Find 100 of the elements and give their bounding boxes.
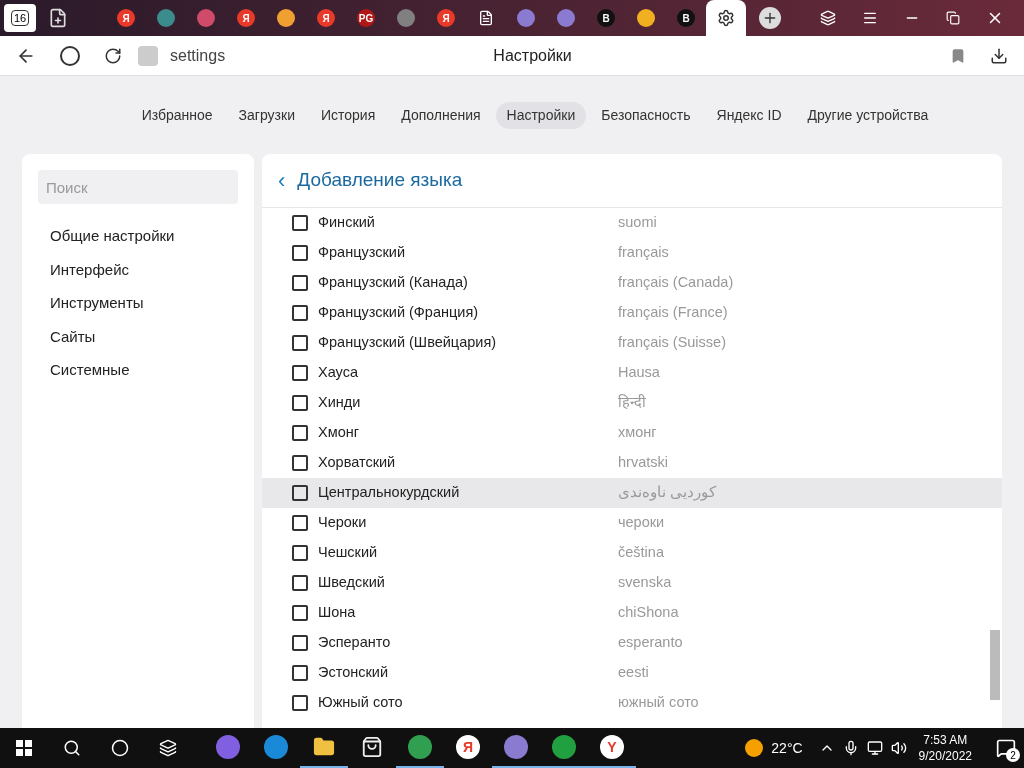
new-group-icon[interactable]: [48, 8, 68, 28]
plus-icon: [762, 10, 778, 26]
app-icon: Я: [456, 735, 480, 759]
language-row[interactable]: Хинди हिन्दी: [262, 388, 1002, 418]
language-native-name: français (Suisse): [618, 333, 726, 353]
checkbox[interactable]: [292, 215, 308, 231]
browser-tab[interactable]: Я: [306, 0, 346, 36]
language-row[interactable]: Шона chiShona: [262, 598, 1002, 628]
language-native-name: хмонг: [618, 423, 657, 443]
search-field[interactable]: Поиск: [38, 170, 238, 204]
temperature[interactable]: 22°C: [771, 737, 803, 759]
language-native-name: français: [618, 243, 669, 263]
scrollbar-thumb[interactable]: [990, 630, 1000, 700]
clock-date[interactable]: 9/20/2022: [918, 748, 972, 764]
language-name: Центральнокурдский: [318, 483, 461, 503]
language-native-name: suomi: [618, 213, 657, 233]
checkbox[interactable]: [292, 275, 308, 291]
sidebar-item[interactable]: Сайты: [50, 325, 226, 348]
language-row[interactable]: Шведский svenska: [262, 568, 1002, 598]
checkbox[interactable]: [292, 515, 308, 531]
home-tab[interactable]: 16: [4, 4, 36, 32]
language-native-name: svenska: [618, 573, 672, 593]
checkbox[interactable]: [292, 245, 308, 261]
nav-tab[interactable]: История: [309, 101, 387, 129]
sidebar-item[interactable]: Инструменты: [50, 292, 226, 315]
language-name: Чешский: [318, 543, 379, 563]
language-row[interactable]: Французский (Швейцария) français (Suisse): [262, 328, 1002, 358]
nav-tab[interactable]: Загрузки: [227, 101, 306, 129]
url-text[interactable]: settings: [170, 43, 226, 68]
browser-tab[interactable]: Я: [426, 0, 466, 36]
restore-icon[interactable]: [946, 11, 960, 25]
tab-count: 16: [10, 10, 30, 26]
checkbox[interactable]: [292, 545, 308, 561]
language-row[interactable]: Эсперанто esperanto: [262, 628, 1002, 658]
language-native-name: français (Canada): [618, 273, 734, 293]
nav-tab[interactable]: Безопасность: [590, 101, 702, 129]
language-native-name: کوردیی ناوەندی: [618, 483, 717, 503]
language-name: Хорватский: [318, 453, 397, 473]
language-row[interactable]: Чероки чероки: [262, 508, 1002, 538]
bookmark-icon[interactable]: [950, 47, 966, 64]
notification-count: 2: [1006, 748, 1020, 762]
browser-tab[interactable]: B: [586, 0, 626, 36]
new-tab-button[interactable]: [759, 7, 781, 29]
clock-time[interactable]: 7:53 AM: [923, 732, 968, 748]
sidebar-item[interactable]: Общие настройки: [50, 225, 226, 248]
browser-tab[interactable]: [706, 0, 746, 36]
browser-tab[interactable]: Я: [226, 0, 266, 36]
checkbox[interactable]: [292, 605, 308, 621]
taskbar-app[interactable]: Я: [444, 728, 492, 768]
browser-tab[interactable]: B: [666, 0, 706, 36]
tab-favicon: PG: [357, 9, 375, 27]
checkbox[interactable]: [292, 635, 308, 651]
checkbox[interactable]: [292, 305, 308, 321]
language-row[interactable]: Французский français: [262, 238, 1002, 268]
language-name: Хинди: [318, 393, 362, 413]
sidebar-item[interactable]: Системные: [50, 359, 226, 382]
language-row[interactable]: Финский suomi: [262, 208, 1002, 238]
checkbox[interactable]: [292, 335, 308, 351]
nav-tab[interactable]: Яндекс ID: [705, 101, 793, 129]
sidebar-item[interactable]: Интерфейс: [50, 258, 226, 281]
language-row[interactable]: Чешский čeština: [262, 538, 1002, 568]
language-row[interactable]: Хмонг хмонг: [262, 418, 1002, 448]
checkbox[interactable]: [292, 395, 308, 411]
checkbox[interactable]: [292, 695, 308, 711]
checkbox[interactable]: [292, 365, 308, 381]
language-name: Чероки: [318, 513, 368, 533]
volume-icon[interactable]: [890, 740, 907, 756]
language-row[interactable]: Хауса Hausa: [262, 358, 1002, 388]
search-icon[interactable]: [63, 739, 81, 757]
reload-icon[interactable]: [104, 46, 122, 65]
language-row[interactable]: Эстонский eesti: [262, 658, 1002, 688]
download-icon[interactable]: [990, 46, 1008, 65]
checkbox[interactable]: [292, 425, 308, 441]
language-name: Шона: [318, 603, 357, 623]
taskbar-app[interactable]: Y: [588, 728, 636, 768]
nav-tab[interactable]: Дополнения: [390, 101, 492, 129]
nav-tab[interactable]: Другие устройства: [796, 101, 940, 129]
app-icon: Y: [600, 735, 624, 759]
back-link[interactable]: ‹: [278, 164, 286, 197]
panel-title: Добавление языка: [297, 168, 463, 193]
nav-tab[interactable]: Настройки: [495, 101, 587, 129]
checkbox[interactable]: [292, 665, 308, 681]
language-native-name: Hausa: [618, 363, 660, 383]
browser-tab[interactable]: Я: [106, 0, 146, 36]
checkbox[interactable]: [292, 575, 308, 591]
windows-icon[interactable]: [16, 740, 32, 756]
menu-icon[interactable]: [862, 10, 878, 26]
language-row[interactable]: Французский (Франция) français (France): [262, 298, 1002, 328]
language-native-name: čeština: [618, 543, 664, 563]
nav-tab[interactable]: Избранное: [130, 101, 224, 129]
language-native-name: hrvatski: [618, 453, 668, 473]
checkbox[interactable]: [292, 455, 308, 471]
language-row[interactable]: Хорватский hrvatski: [262, 448, 1002, 478]
browser-tab[interactable]: PG: [346, 0, 386, 36]
language-name: Французский: [318, 243, 406, 263]
notifications-button[interactable]: 2: [988, 728, 1024, 768]
language-name: Южный сото: [318, 693, 404, 713]
checkbox[interactable]: [292, 485, 308, 501]
language-row[interactable]: Французский (Канада) français (Canada): [262, 268, 1002, 298]
language-row[interactable]: Южный сото южный сото: [262, 688, 1002, 718]
